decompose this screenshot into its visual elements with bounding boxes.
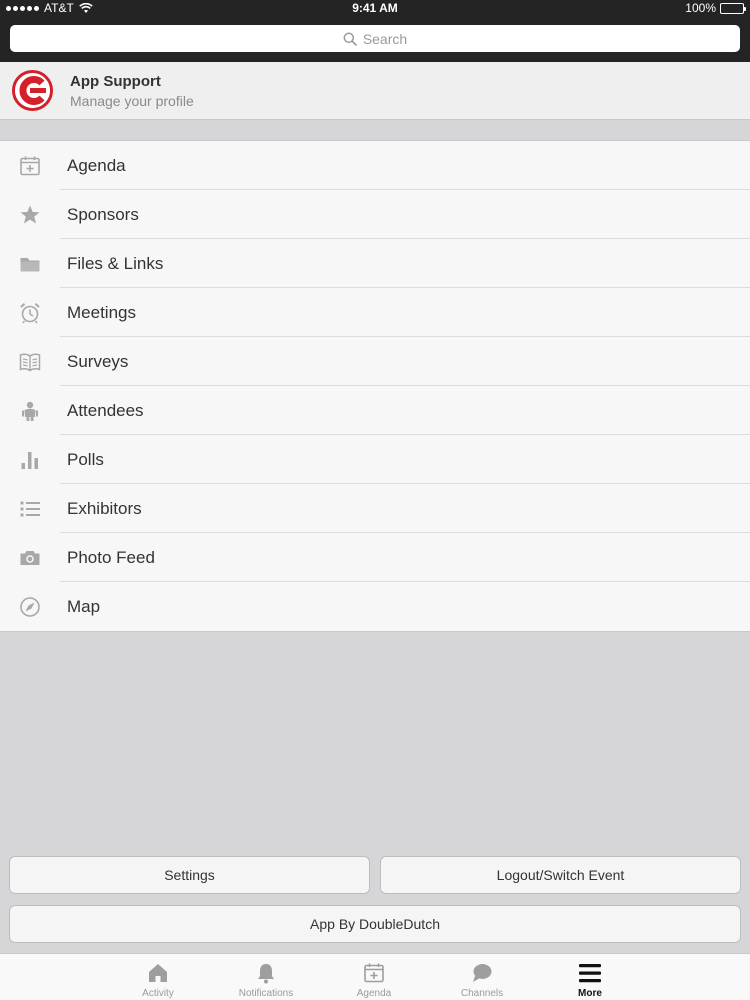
profile-subtitle: Manage your profile bbox=[70, 93, 194, 109]
app-by-doubledutch-button[interactable]: App By DoubleDutch bbox=[9, 905, 741, 943]
alarm-clock-icon bbox=[18, 301, 42, 325]
chat-bubble-icon bbox=[470, 961, 494, 985]
menu-item-label: Files & Links bbox=[67, 253, 164, 273]
menu-item-exhibitors[interactable]: Exhibitors bbox=[0, 484, 750, 533]
profile-row[interactable]: App Support Manage your profile bbox=[0, 62, 750, 120]
folder-icon bbox=[18, 252, 42, 276]
home-icon bbox=[146, 961, 170, 985]
header: AT&T 9:41 AM 100% Search bbox=[0, 0, 750, 62]
tab-label: Notifications bbox=[238, 988, 294, 999]
calendar-plus-icon bbox=[18, 154, 42, 178]
tab-channels[interactable]: Channels bbox=[432, 954, 532, 1000]
menu-item-polls[interactable]: Polls bbox=[0, 435, 750, 484]
menu-item-label: Map bbox=[67, 596, 101, 616]
menu-item-sponsors[interactable]: Sponsors bbox=[0, 190, 750, 239]
tab-activity[interactable]: Activity bbox=[108, 954, 208, 1000]
tab-label: Agenda bbox=[356, 988, 392, 999]
profile-title: App Support bbox=[70, 73, 161, 90]
menu-item-label: Sponsors bbox=[67, 204, 139, 224]
tab-bar: Activity Notifications Agenda Channels M… bbox=[0, 953, 750, 1000]
hamburger-menu-icon bbox=[578, 961, 602, 985]
menu-item-attendees[interactable]: Attendees bbox=[0, 386, 750, 435]
more-menu-list: Agenda Sponsors Files & Links Meetings S… bbox=[0, 140, 750, 632]
tab-notifications[interactable]: Notifications bbox=[216, 954, 316, 1000]
star-icon bbox=[18, 203, 42, 227]
search-icon bbox=[343, 32, 357, 46]
tab-label: More bbox=[578, 988, 602, 999]
tab-agenda[interactable]: Agenda bbox=[324, 954, 424, 1000]
tab-label: Channels bbox=[460, 988, 504, 999]
search-placeholder: Search bbox=[362, 30, 408, 47]
menu-item-photo-feed[interactable]: Photo Feed bbox=[0, 533, 750, 582]
menu-item-meetings[interactable]: Meetings bbox=[0, 288, 750, 337]
search-input[interactable]: Search bbox=[10, 25, 740, 52]
calendar-plus-icon bbox=[362, 961, 386, 985]
menu-item-label: Attendees bbox=[67, 400, 144, 420]
menu-item-files-links[interactable]: Files & Links bbox=[0, 239, 750, 288]
tab-label: Activity bbox=[142, 988, 174, 999]
menu-item-label: Photo Feed bbox=[67, 547, 155, 567]
event-logo-icon bbox=[12, 70, 53, 111]
people-icon bbox=[18, 399, 42, 423]
camera-icon bbox=[18, 546, 42, 570]
compass-icon bbox=[18, 595, 42, 619]
list-icon bbox=[18, 497, 42, 521]
menu-item-agenda[interactable]: Agenda bbox=[0, 141, 750, 190]
open-book-icon bbox=[18, 350, 42, 374]
battery-icon bbox=[720, 2, 746, 14]
bar-chart-icon bbox=[18, 448, 42, 472]
menu-item-label: Meetings bbox=[67, 302, 136, 322]
bell-icon bbox=[254, 961, 278, 985]
tab-more[interactable]: More bbox=[540, 954, 640, 1000]
settings-button[interactable]: Settings bbox=[9, 856, 370, 894]
menu-item-label: Agenda bbox=[67, 155, 126, 175]
status-right: 100% bbox=[685, 1, 746, 15]
menu-item-label: Polls bbox=[67, 449, 104, 469]
status-bar: AT&T 9:41 AM 100% bbox=[0, 0, 750, 18]
status-time: 9:41 AM bbox=[352, 1, 398, 15]
menu-item-surveys[interactable]: Surveys bbox=[0, 337, 750, 386]
logout-switch-event-button[interactable]: Logout/Switch Event bbox=[380, 856, 741, 894]
menu-item-label: Surveys bbox=[67, 351, 129, 371]
battery-percent: 100% bbox=[685, 1, 716, 15]
menu-item-label: Exhibitors bbox=[67, 498, 142, 518]
menu-item-map[interactable]: Map bbox=[0, 582, 750, 631]
